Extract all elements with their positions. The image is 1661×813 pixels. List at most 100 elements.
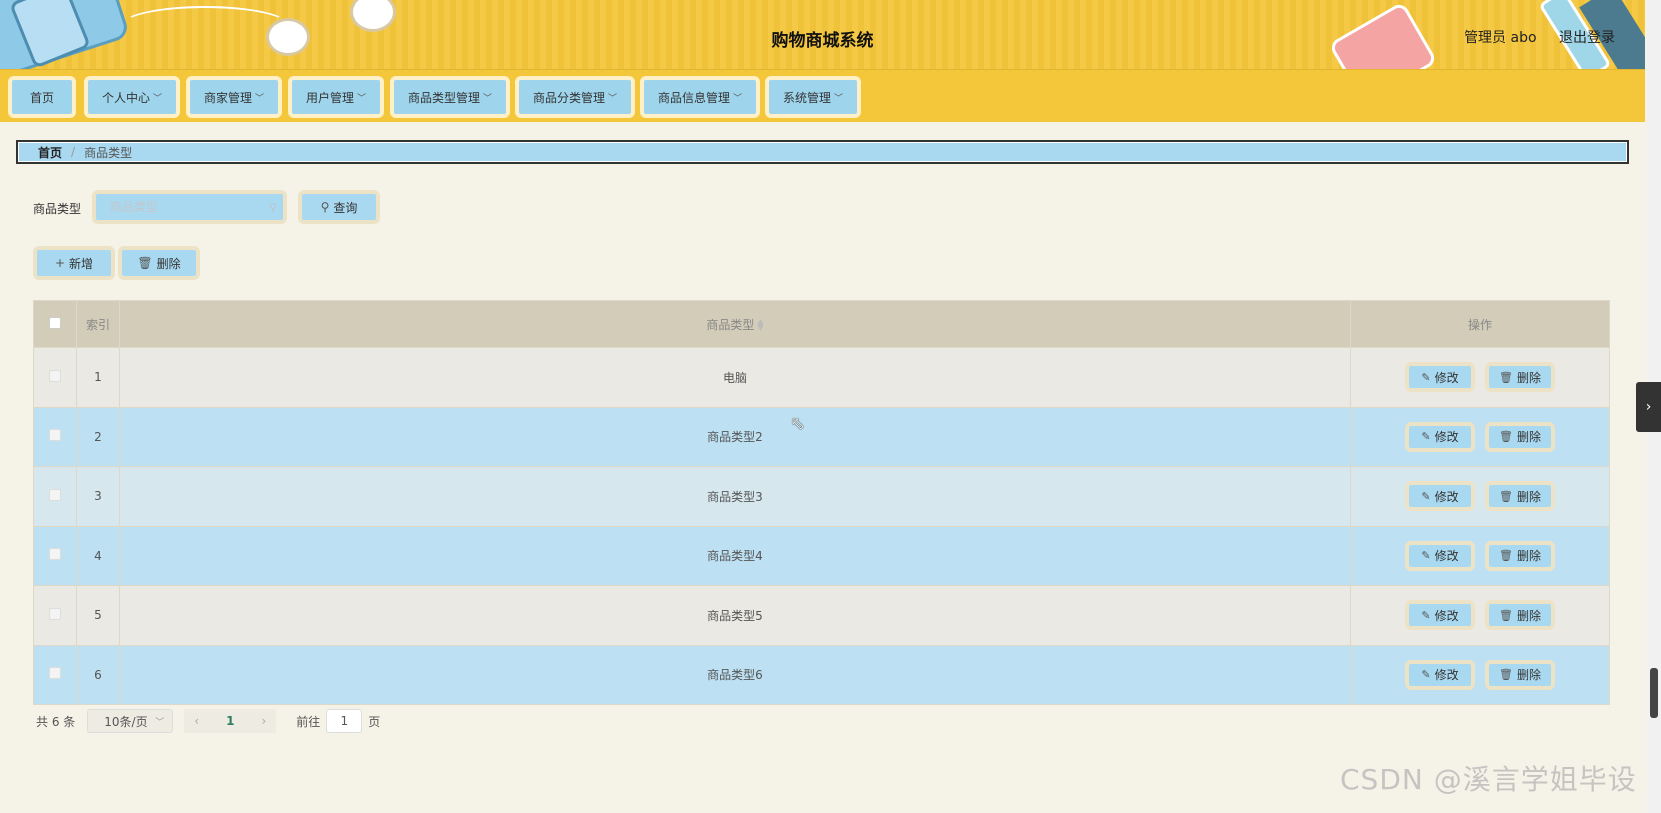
prev-page-icon[interactable]: ‹ — [194, 714, 199, 728]
page-size-value: 10条/页 — [104, 714, 148, 729]
delete-button[interactable]: 🗑 删除 — [1485, 421, 1555, 452]
row-checkbox-cell — [33, 585, 77, 646]
chevron-down-icon: ﹀ — [483, 93, 493, 104]
trash-icon: 🗑 — [1499, 668, 1513, 682]
app-title: 购物商城系统 — [771, 31, 874, 51]
nav-item-personal-center[interactable]: 个人中心 ﹀ — [84, 76, 180, 118]
trash-icon: 🗑 — [137, 256, 153, 270]
trash-icon: 🗑 — [1499, 608, 1513, 622]
table-header-row: 索引 商品类型 ▲ ▼ 操作 — [33, 300, 1610, 348]
next-page-icon[interactable]: › — [261, 714, 266, 728]
page-unit-label: 页 — [368, 714, 381, 729]
row-checkbox-cell — [33, 347, 77, 408]
query-button[interactable]: ⚲ 查询 — [298, 190, 380, 224]
row-ops: ✎ 修改 🗑 删除 — [1350, 347, 1610, 408]
goto-page-input[interactable] — [326, 709, 363, 733]
column-header-type-label: 商品类型 — [706, 317, 755, 332]
nav-item-product-category[interactable]: 商品分类管理 ﹀ — [515, 76, 635, 118]
edit-button-label: 修改 — [1434, 430, 1459, 445]
logout-link[interactable]: 退出登录 — [1559, 30, 1615, 46]
breadcrumb-home[interactable]: 首页 — [38, 144, 62, 161]
trash-icon: 🗑 — [1499, 430, 1513, 444]
table-row: 1 电脑 ✎ 修改 🗑 删除 — [33, 347, 1610, 408]
row-ops: ✎ 修改 🗑 删除 — [1350, 644, 1610, 705]
trash-icon: 🗑 — [1499, 370, 1513, 384]
delete-button-label: 删除 — [1516, 489, 1541, 504]
edit-button[interactable]: ✎ 修改 — [1405, 540, 1475, 571]
table-row: 4 商品类型4 ✎ 修改 🗑 删除 — [33, 525, 1610, 586]
breadcrumb-separator: / — [71, 145, 76, 159]
search-input[interactable] — [110, 200, 270, 214]
breadcrumb-current: 商品类型 — [84, 145, 133, 160]
row-checkbox[interactable] — [49, 429, 61, 442]
search-label: 商品类型 — [33, 202, 82, 216]
pencil-icon: ✎ — [1421, 668, 1431, 682]
select-all-checkbox[interactable] — [49, 316, 61, 329]
row-index: 4 — [76, 525, 120, 586]
search-icon: ⚲ — [268, 201, 277, 214]
chevron-down-icon: ﹀ — [608, 93, 618, 104]
page-size-select[interactable]: 10条/页 ﹀ — [87, 709, 174, 733]
pencil-icon: ✎ — [1421, 489, 1431, 503]
edit-button[interactable]: ✎ 修改 — [1405, 481, 1475, 512]
user-area: 管理员 abo 退出登录 — [1446, 27, 1615, 47]
edit-button[interactable]: ✎ 修改 — [1405, 421, 1475, 452]
nav-item-home[interactable]: 首页 — [8, 76, 76, 118]
batch-delete-button-label: 删除 — [156, 256, 181, 271]
row-index: 3 — [76, 466, 120, 527]
delete-button-label: 删除 — [1516, 430, 1541, 445]
pagination: 共 6 条 10条/页 ﹀ ‹ 1 › 前往 页 — [36, 708, 380, 734]
delete-button-label: 删除 — [1516, 608, 1541, 623]
table-row: 2 商品类型2 ✎ 修改 🗑 删除 — [33, 406, 1610, 467]
edit-button[interactable]: ✎ 修改 — [1405, 362, 1475, 393]
delete-button[interactable]: 🗑 删除 — [1485, 362, 1555, 393]
delete-button[interactable]: 🗑 删除 — [1485, 659, 1555, 690]
row-checkbox-cell — [33, 406, 77, 467]
pencil-icon: ✎ — [1421, 430, 1431, 444]
delete-button[interactable]: 🗑 删除 — [1485, 481, 1555, 512]
row-ops: ✎ 修改 🗑 删除 — [1350, 466, 1610, 527]
row-type: 商品类型6 — [119, 644, 1351, 705]
row-checkbox[interactable] — [49, 369, 61, 382]
delete-button[interactable]: 🗑 删除 — [1485, 600, 1555, 631]
select-all-cell — [33, 300, 77, 348]
add-button[interactable]: + 新增 — [33, 246, 115, 280]
edit-button[interactable]: ✎ 修改 — [1405, 659, 1475, 690]
edit-button[interactable]: ✎ 修改 — [1405, 600, 1475, 631]
add-button-label: 新增 — [69, 256, 94, 271]
row-index: 6 — [76, 644, 120, 705]
row-type: 电脑 — [119, 347, 1351, 408]
side-panel-toggle[interactable]: › — [1636, 382, 1661, 432]
chevron-down-icon: ﹀ — [153, 93, 163, 104]
mouse-cursor-icon: ⬁ — [790, 413, 806, 434]
edit-button-label: 修改 — [1434, 668, 1459, 683]
delete-button[interactable]: 🗑 删除 — [1485, 540, 1555, 571]
row-index: 5 — [76, 585, 120, 646]
nav-item-label: 商品信息管理 — [657, 90, 730, 105]
page-nav: ‹ 1 › — [184, 709, 277, 733]
batch-delete-button[interactable]: 🗑 删除 — [118, 246, 200, 280]
nav-item-product-info[interactable]: 商品信息管理 ﹀ — [640, 76, 760, 118]
row-checkbox[interactable] — [49, 667, 61, 680]
search-field: ⚲ — [92, 190, 287, 224]
table-row: 6 商品类型6 ✎ 修改 🗑 删除 — [33, 644, 1610, 705]
current-page-number[interactable]: 1 — [226, 714, 234, 728]
sort-icon[interactable]: ▲ ▼ — [757, 318, 763, 332]
nav-item-product-type[interactable]: 商品类型管理 ﹀ — [390, 76, 510, 118]
nav-item-users[interactable]: 用户管理 ﹀ — [288, 76, 384, 118]
row-checkbox[interactable] — [49, 607, 61, 620]
chevron-down-icon: ﹀ — [834, 93, 844, 104]
nav-item-system[interactable]: 系统管理 ﹀ — [765, 76, 861, 118]
row-ops: ✎ 修改 🗑 删除 — [1350, 406, 1610, 467]
row-checkbox[interactable] — [49, 548, 61, 561]
row-checkbox[interactable] — [49, 488, 61, 501]
nav-item-merchant[interactable]: 商家管理 ﹀ — [186, 76, 282, 118]
pencil-icon: ✎ — [1421, 370, 1431, 384]
row-index: 2 — [76, 406, 120, 467]
scrollbar-thumb[interactable] — [1650, 668, 1658, 718]
breadcrumb: 首页 / 商品类型 — [16, 140, 1629, 164]
trash-icon: 🗑 — [1499, 489, 1513, 503]
column-header-type[interactable]: 商品类型 ▲ ▼ — [119, 300, 1351, 348]
delete-button-label: 删除 — [1516, 549, 1541, 564]
row-checkbox-cell — [33, 466, 77, 527]
